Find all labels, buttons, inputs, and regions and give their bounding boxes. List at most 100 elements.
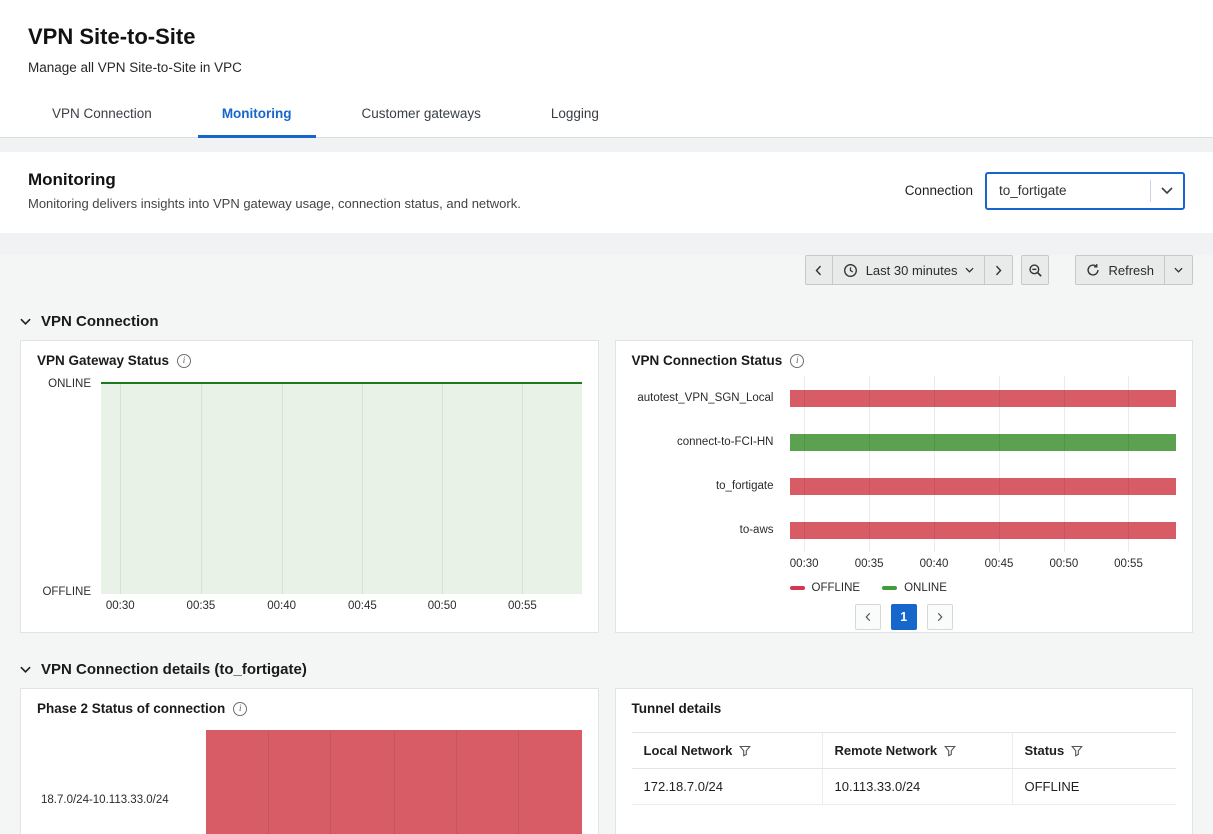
column-header-label: Status [1025, 743, 1065, 758]
vpn-connection-cards: VPN Gateway Status ONLINE OFFLINE [20, 340, 1193, 633]
status-bar-offline [790, 478, 1177, 495]
column-header-local-network: Local Network [632, 733, 822, 768]
tunnel-details-card: Tunnel details Local Network Remote Netw… [615, 688, 1194, 834]
refresh-button[interactable]: Refresh [1075, 255, 1165, 285]
category-label: to_fortigate [632, 464, 790, 508]
refresh-group: Refresh [1075, 255, 1193, 285]
x-tick: 00:50 [1050, 558, 1079, 570]
gridline [518, 730, 519, 834]
phase2-status-bar-offline [206, 730, 582, 834]
gridline [282, 384, 283, 594]
zoom-out-button[interactable] [1021, 255, 1049, 285]
filter-icon[interactable] [1071, 745, 1083, 757]
gridline [1064, 376, 1065, 552]
gridline [934, 376, 935, 552]
table-header-row: Local Network Remote Network [632, 733, 1177, 769]
connection-status-plot-area [790, 376, 1177, 552]
category-label: 18.7.0/24-10.113.33.0/24 [41, 794, 169, 806]
chevron-down-icon [1151, 187, 1183, 194]
x-axis: 00:30 00:35 00:40 00:45 00:50 00:55 [101, 594, 582, 616]
time-toolbar: Last 30 minutes [20, 255, 1193, 285]
pagination-next-button[interactable] [927, 604, 953, 630]
vpn-connection-details-cards: Phase 2 Status of connection 18.7.0/24-1… [20, 688, 1193, 834]
filter-icon[interactable] [739, 745, 751, 757]
x-tick: 00:45 [348, 600, 377, 612]
legend-item-online[interactable]: ONLINE [882, 582, 947, 594]
y-axis-labels: autotest_VPN_SGN_Local connect-to-FCI-HN… [632, 376, 790, 552]
phase2-status-card: Phase 2 Status of connection 18.7.0/24-1… [20, 688, 599, 834]
gridline [268, 730, 269, 834]
status-bar-offline [790, 522, 1177, 539]
card-title: VPN Gateway Status [37, 353, 169, 368]
time-range-group: Last 30 minutes [805, 255, 1014, 285]
legend-label: ONLINE [904, 582, 947, 594]
x-tick: 00:55 [508, 600, 537, 612]
monitoring-description: Monitoring delivers insights into VPN ga… [28, 196, 521, 211]
y-axis-labels: 18.7.0/24-10.113.33.0/24 [37, 730, 206, 834]
pagination-page-1-button[interactable]: 1 [891, 604, 917, 630]
page-subtitle: Manage all VPN Site-to-Site in VPC [28, 60, 1185, 75]
connection-select[interactable]: to_fortigate [985, 172, 1185, 210]
monitoring-header: Monitoring Monitoring delivers insights … [0, 152, 1213, 233]
card-head: VPN Connection Status [616, 341, 1193, 376]
chevron-left-icon [865, 612, 871, 622]
x-tick: 00:35 [855, 558, 884, 570]
gridline [869, 376, 870, 552]
gridline [522, 384, 523, 594]
category-label: autotest_VPN_SGN_Local [632, 376, 790, 420]
gateway-status-plot-area [101, 382, 582, 594]
time-range-label: Last 30 minutes [866, 263, 958, 278]
vpn-connection-status-card: VPN Connection Status autotest_VPN_SGN_L… [615, 340, 1194, 633]
tab-customer-gateways[interactable]: Customer gateways [338, 95, 505, 137]
card-title: VPN Connection Status [632, 353, 783, 368]
pagination-prev-button[interactable] [855, 604, 881, 630]
x-tick: 00:30 [790, 558, 819, 570]
monitoring-title: Monitoring [28, 170, 521, 190]
x-tick: 00:40 [920, 558, 949, 570]
chevron-down-icon [965, 267, 974, 273]
info-icon[interactable] [790, 354, 804, 368]
gridline [330, 730, 331, 834]
chart-pagination: 1 [632, 604, 1177, 630]
offline-swatch [790, 586, 805, 590]
section-title: VPN Connection [41, 313, 159, 330]
refresh-interval-button[interactable] [1165, 255, 1193, 285]
card-title: Tunnel details [632, 701, 722, 716]
clock-icon [843, 263, 858, 278]
y-tick-offline: OFFLINE [42, 586, 91, 598]
card-head: VPN Gateway Status [21, 341, 598, 376]
gridline [362, 384, 363, 594]
x-tick: 00:40 [267, 600, 296, 612]
legend-item-offline[interactable]: OFFLINE [790, 582, 861, 594]
category-label: connect-to-FCI-HN [632, 420, 790, 464]
column-header-label: Local Network [644, 743, 733, 758]
card-head: Phase 2 Status of connection [21, 689, 598, 724]
remote-network-cell: 10.113.33.0/24 [822, 769, 1012, 804]
tab-monitoring[interactable]: Monitoring [198, 95, 316, 138]
monitoring-content: Last 30 minutes [0, 255, 1213, 834]
info-icon[interactable] [233, 702, 247, 716]
x-tick: 00:35 [187, 600, 216, 612]
section-vpn-connection-details[interactable]: VPN Connection details (to_fortigate) [20, 661, 1193, 678]
tab-bar: VPN Connection Monitoring Customer gatew… [28, 95, 1185, 137]
page-header: VPN Site-to-Site Manage all VPN Site-to-… [0, 0, 1213, 138]
filter-icon[interactable] [944, 745, 956, 757]
tab-logging[interactable]: Logging [527, 95, 623, 137]
x-tick: 00:50 [428, 600, 457, 612]
gateway-status-chart: ONLINE OFFLINE 00:30 [21, 376, 598, 624]
section-vpn-connection[interactable]: VPN Connection [20, 313, 1193, 330]
section-title: VPN Connection details (to_fortigate) [41, 661, 307, 678]
online-swatch [882, 586, 897, 590]
gridline [120, 384, 121, 594]
time-range-button[interactable]: Last 30 minutes [833, 255, 986, 285]
chevron-left-icon [815, 265, 822, 276]
connection-status-chart: autotest_VPN_SGN_Local connect-to-FCI-HN… [616, 376, 1193, 630]
time-shift-back-button[interactable] [805, 255, 833, 285]
time-shift-forward-button[interactable] [985, 255, 1013, 285]
y-tick-online: ONLINE [48, 378, 91, 390]
x-tick: 00:30 [106, 600, 135, 612]
chevron-right-icon [937, 612, 943, 622]
info-icon[interactable] [177, 354, 191, 368]
tab-vpn-connection[interactable]: VPN Connection [28, 95, 176, 137]
chevron-down-icon [1174, 267, 1183, 273]
